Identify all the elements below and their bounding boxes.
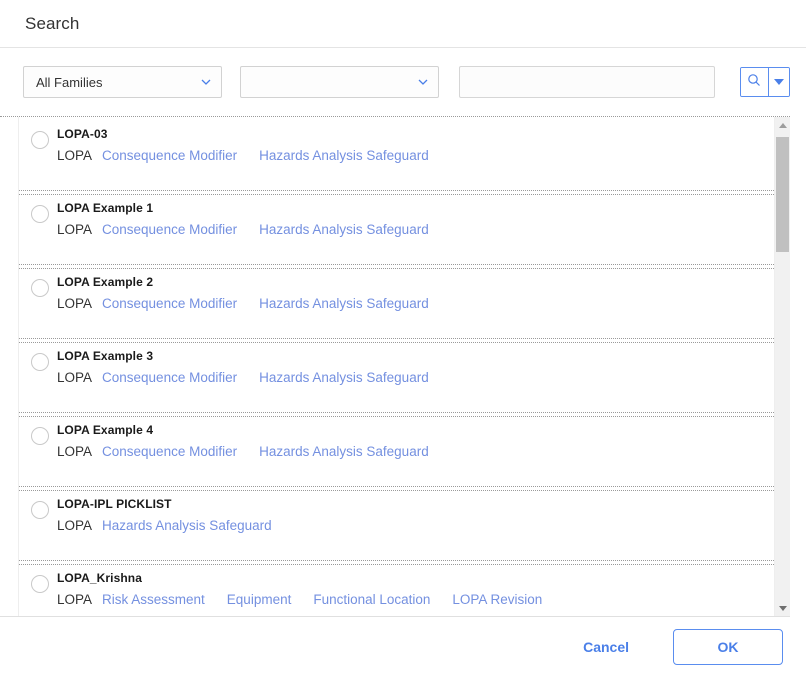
result-family: LOPA	[57, 592, 93, 607]
result-link[interactable]: LOPA Revision	[452, 592, 542, 607]
result-family: LOPA	[57, 148, 93, 163]
ok-button[interactable]: OK	[673, 629, 783, 665]
result-row[interactable]: LOPA_Krishna LOPA Risk Assessment Equipment…	[19, 561, 774, 616]
search-input[interactable]	[459, 66, 716, 98]
result-links: LOPA Consequence Modifier Hazards Analysis…	[57, 222, 774, 237]
result-family: LOPA	[57, 222, 93, 237]
result-row[interactable]: LOPA Example 2 LOPA Consequence Modifier Ha…	[19, 265, 774, 343]
results-list: LOPA-03 LOPA Consequence Modifier Hazards A…	[18, 117, 775, 616]
result-radio[interactable]	[31, 575, 49, 593]
result-row[interactable]: LOPA-IPL PICKLIST LOPA Hazards Analysis Sa…	[19, 487, 774, 565]
result-link[interactable]: Consequence Modifier	[102, 444, 237, 459]
result-family: LOPA	[57, 370, 93, 385]
result-title: LOPA Example 1	[57, 201, 154, 215]
result-link[interactable]: Risk Assessment	[102, 592, 205, 607]
result-links: LOPA Consequence Modifier Hazards Analysis…	[57, 444, 774, 459]
scroll-up-button[interactable]	[775, 117, 790, 133]
search-button[interactable]	[741, 68, 768, 96]
result-row[interactable]: LOPA Example 1 LOPA Consequence Modifier Ha…	[19, 191, 774, 269]
result-radio[interactable]	[31, 353, 49, 371]
result-links: LOPA Hazards Analysis Safeguard	[57, 518, 774, 533]
result-radio[interactable]	[31, 427, 49, 445]
result-links: LOPA Consequence Modifier Hazards Analysis…	[57, 148, 774, 163]
page-title: Search	[25, 13, 80, 33]
results-scrollbar[interactable]	[775, 117, 790, 616]
chevron-down-icon	[200, 76, 212, 88]
result-link[interactable]: Consequence Modifier	[102, 296, 237, 311]
family-select-value: All Families	[36, 74, 103, 90]
result-row[interactable]: LOPA Example 3 LOPA Consequence Modifier Ha…	[19, 339, 774, 417]
result-radio[interactable]	[31, 131, 49, 149]
result-link[interactable]: Hazards Analysis Safeguard	[102, 518, 272, 533]
result-links: LOPA Consequence Modifier Hazards Analysis…	[57, 296, 774, 311]
search-dropdown-button[interactable]	[767, 68, 790, 96]
result-link[interactable]: Equipment	[227, 592, 292, 607]
result-link[interactable]: Hazards Analysis Safeguard	[259, 444, 429, 459]
result-family: LOPA	[57, 518, 93, 533]
result-link[interactable]: Consequence Modifier	[102, 222, 237, 237]
result-link[interactable]: Hazards Analysis Safeguard	[259, 148, 429, 163]
chevron-down-icon	[417, 76, 429, 88]
result-radio[interactable]	[31, 279, 49, 297]
filter-bar: All Families	[0, 48, 806, 116]
results-area: LOPA-03 LOPA Consequence Modifier Hazards A…	[0, 116, 790, 617]
result-link[interactable]: Functional Location	[313, 592, 430, 607]
triangle-down-icon	[778, 605, 787, 611]
search-icon	[747, 73, 761, 92]
result-link[interactable]: Consequence Modifier	[102, 370, 237, 385]
family-select[interactable]: All Families	[23, 66, 223, 98]
result-family: LOPA	[57, 444, 93, 459]
secondary-select[interactable]	[240, 66, 440, 98]
result-title: LOPA-IPL PICKLIST	[57, 497, 172, 511]
result-link[interactable]: Hazards Analysis Safeguard	[259, 370, 429, 385]
search-button-group	[740, 67, 791, 97]
dialog-footer: Cancel OK	[0, 617, 806, 677]
dialog-header: Search	[0, 0, 806, 48]
result-link[interactable]: Consequence Modifier	[102, 148, 237, 163]
search-dialog: Search All Families LOPA-03 LOPA Consequ…	[0, 0, 806, 677]
result-title: LOPA Example 4	[57, 423, 154, 437]
result-radio[interactable]	[31, 205, 49, 223]
triangle-up-icon	[778, 122, 787, 128]
caret-down-icon	[773, 79, 784, 85]
result-title: LOPA-03	[57, 127, 108, 141]
result-family: LOPA	[57, 296, 93, 311]
result-link[interactable]: Hazards Analysis Safeguard	[259, 222, 429, 237]
result-links: LOPA Consequence Modifier Hazards Analysis…	[57, 370, 774, 385]
result-row[interactable]: LOPA-03 LOPA Consequence Modifier Hazards A…	[19, 117, 774, 195]
result-title: LOPA Example 2	[57, 275, 154, 289]
cancel-button[interactable]: Cancel	[577, 638, 635, 656]
result-radio[interactable]	[31, 501, 49, 519]
result-links: LOPA Risk Assessment Equipment Functional L…	[57, 592, 774, 607]
result-link[interactable]: Hazards Analysis Safeguard	[259, 296, 429, 311]
scrollbar-thumb[interactable]	[776, 137, 789, 252]
scroll-down-button[interactable]	[775, 600, 790, 616]
result-title: LOPA Example 3	[57, 349, 154, 363]
result-title: LOPA_Krishna	[57, 571, 142, 585]
result-row[interactable]: LOPA Example 4 LOPA Consequence Modifier Ha…	[19, 413, 774, 491]
